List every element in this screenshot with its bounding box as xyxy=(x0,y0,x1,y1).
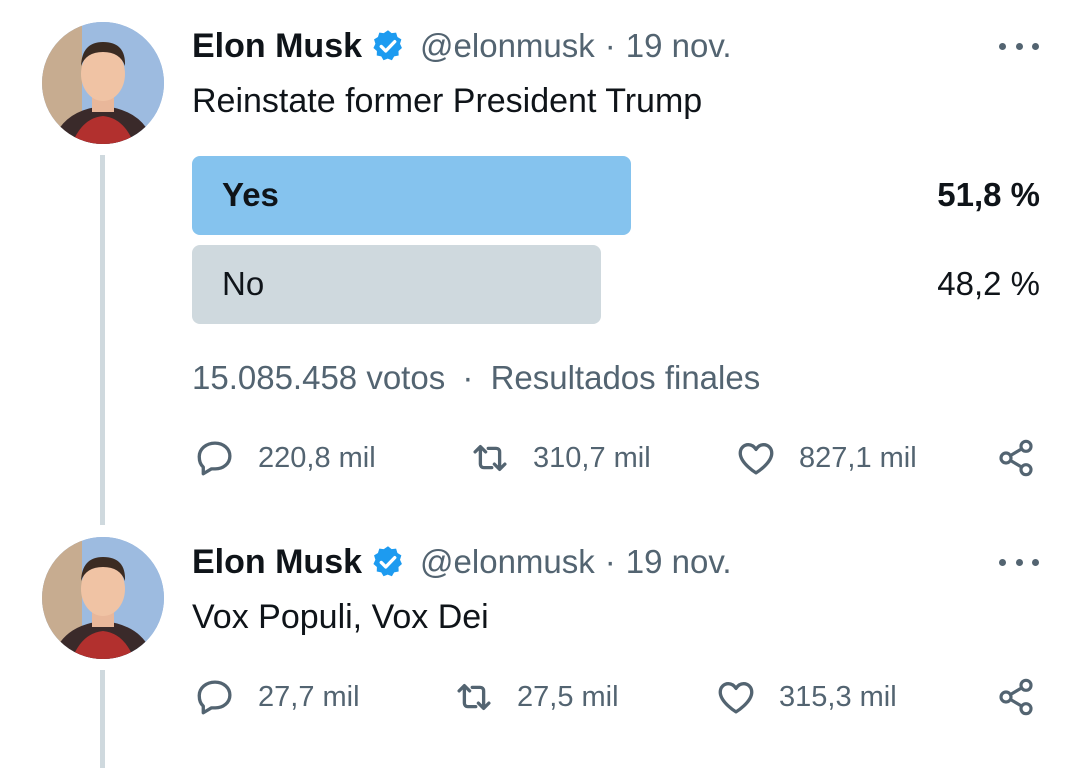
avatar-image xyxy=(42,22,164,144)
more-icon[interactable] xyxy=(999,552,1039,572)
retweet-count: 310,7 mil xyxy=(533,441,651,474)
thread-line xyxy=(100,155,105,525)
retweet-icon xyxy=(457,683,491,711)
retweet-icon xyxy=(473,444,507,472)
avatar-image xyxy=(42,537,164,659)
reply-count: 220,8 mil xyxy=(258,441,376,474)
separator: · xyxy=(604,27,616,64)
tweet-header: Elon Musk @elonmusk · 19 nov. xyxy=(192,24,732,68)
retweet-button[interactable]: 27,5 mil xyxy=(453,676,619,718)
reply-count: 27,7 mil xyxy=(258,680,360,713)
separator: · xyxy=(462,359,474,396)
author-name[interactable]: Elon Musk xyxy=(192,543,362,582)
like-count: 827,1 mil xyxy=(799,441,917,474)
tweet-header: Elon Musk @elonmusk · 19 nov. xyxy=(192,540,732,584)
poll-option-percent: 51,8 % xyxy=(937,176,1040,213)
like-icon xyxy=(738,443,774,475)
verified-icon xyxy=(373,30,402,61)
separator: · xyxy=(604,543,616,580)
tweet-text: Reinstate former President Trump xyxy=(192,82,703,120)
avatar[interactable] xyxy=(42,22,164,144)
like-count: 315,3 mil xyxy=(779,680,897,713)
poll-votes: 15.085.458 votos xyxy=(192,359,446,396)
poll-status: Resultados finales xyxy=(490,359,761,396)
reply-icon xyxy=(197,441,232,476)
reply-button[interactable]: 27,7 mil xyxy=(194,676,360,718)
thread-line xyxy=(100,670,105,768)
poll-option-percent: 48,2 % xyxy=(937,265,1040,302)
poll-meta: 15.085.458 votos · Resultados finales xyxy=(192,359,760,397)
author-handle[interactable]: @elonmusk xyxy=(420,543,595,581)
like-icon xyxy=(718,682,754,714)
tweet-text: Vox Populi, Vox Dei xyxy=(192,598,489,636)
more-icon[interactable] xyxy=(999,36,1039,56)
verified-icon xyxy=(373,546,402,577)
retweet-count: 27,5 mil xyxy=(517,680,619,713)
author-handle[interactable]: @elonmusk xyxy=(420,27,595,65)
tweet-date[interactable]: 19 nov. xyxy=(626,27,732,65)
reply-icon xyxy=(197,680,232,715)
author-name[interactable]: Elon Musk xyxy=(192,27,362,66)
avatar[interactable] xyxy=(42,537,164,659)
like-button[interactable]: 315,3 mil xyxy=(715,676,897,718)
share-icon[interactable] xyxy=(996,438,1036,478)
poll-option-label: No xyxy=(222,265,265,302)
retweet-button[interactable]: 310,7 mil xyxy=(469,437,651,479)
share-icon[interactable] xyxy=(996,677,1036,717)
reply-button[interactable]: 220,8 mil xyxy=(194,437,376,479)
tweet-date[interactable]: 19 nov. xyxy=(626,543,732,581)
like-button[interactable]: 827,1 mil xyxy=(735,437,917,479)
poll-option-label: Yes xyxy=(222,176,279,213)
